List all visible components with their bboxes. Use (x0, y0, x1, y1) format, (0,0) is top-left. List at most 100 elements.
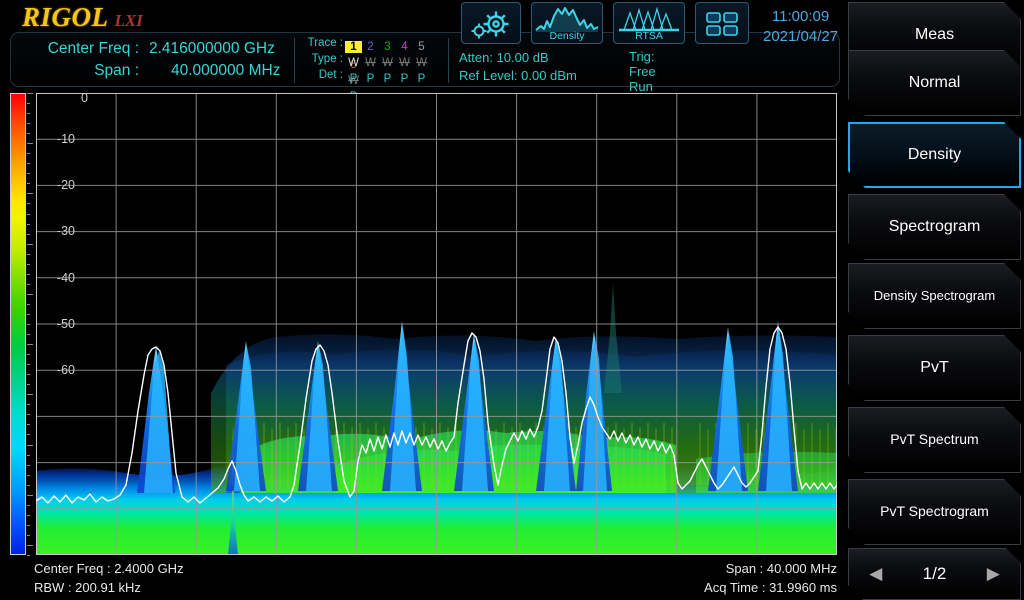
colorbar-tick (27, 224, 30, 225)
rtsa-icon (616, 5, 682, 33)
ytick-label-0: 0 (58, 93, 88, 105)
clock: 11:00:09 2021/04/27 (763, 7, 838, 47)
colorbar-tick (27, 234, 30, 235)
gear-icon (465, 5, 517, 43)
ytick-label-m10: -10 (45, 132, 75, 146)
menu-item-spectrogram[interactable]: Spectrogram (848, 194, 1021, 260)
det-1: P (345, 73, 362, 85)
setup-button[interactable] (461, 2, 521, 44)
atten-block: Atten: 10.00 dB Ref Level: 0.00 dBm Trig… (459, 49, 577, 85)
ytick-label-m50: -50 (45, 317, 75, 331)
next-page-arrow-icon[interactable]: ▶ (987, 564, 1000, 584)
ref-level-value[interactable]: Ref Level: 0.00 dBm (459, 67, 577, 85)
side-menu: Meas Normal Density Spectrogram Density … (845, 0, 1024, 600)
page-indicator: 1/2 (923, 564, 947, 584)
colorbar-tick (27, 515, 30, 516)
colorbar-tick (27, 525, 30, 526)
colorbar-tick (27, 455, 30, 456)
trigger-mode[interactable]: Trig: Free Run (629, 49, 656, 94)
colorbar-tick (27, 203, 30, 204)
atten-value[interactable]: Atten: 10.00 dB (459, 49, 577, 67)
menu-item-pvt[interactable]: PvT (848, 335, 1021, 401)
menu-item-normal[interactable]: Normal (848, 50, 1021, 116)
colorbar-tick (27, 394, 33, 395)
trace-1[interactable]: 1 (345, 41, 362, 53)
colorbar-tick (27, 133, 30, 134)
status-rbw: RBW : 200.91 kHz (34, 580, 141, 595)
menu-item-pvt-spectrogram[interactable]: PvT Spectrogram (848, 479, 1021, 545)
colorbar-tick (27, 545, 33, 546)
trace-5[interactable]: 5 (413, 41, 430, 53)
ytick-label-m60: -60 (45, 363, 75, 377)
layout-button[interactable] (695, 2, 749, 44)
spectrum-svg (36, 93, 837, 555)
colorbar-tick (27, 414, 30, 415)
colorbar-tick (27, 294, 33, 295)
trace-4[interactable]: 4 (396, 41, 413, 53)
spectrum-analyzer-screen: RIGOL LXI Center Freq : 2.416000000 GHz S… (0, 0, 1024, 600)
det-row: Det : PPPPPP (303, 69, 445, 84)
colorbar-tick (27, 173, 30, 174)
type-row: Type : WWWWWW (303, 53, 445, 68)
density-button-caption: Density (532, 30, 602, 42)
colorbar-tick (27, 113, 30, 114)
spectrum-graph[interactable]: 0 -10 -20 -30 -40 -50 -60 (36, 93, 837, 555)
colorbar-tick (27, 324, 30, 325)
density-colorbar (10, 93, 26, 555)
density-icon (534, 5, 600, 33)
colorbar-tick (27, 163, 30, 164)
colorbar-tick (27, 485, 30, 486)
colorbar-tick (27, 445, 33, 446)
type-2: W (362, 57, 379, 69)
menu-item-pvt-spectrum[interactable]: PvT Spectrum (848, 407, 1021, 473)
colorbar-tick (27, 505, 30, 506)
trace-2[interactable]: 2 (362, 41, 379, 53)
type-5: W (413, 57, 430, 69)
panel-divider-2 (448, 38, 449, 83)
top-bar: RIGOL LXI Center Freq : 2.416000000 GHz S… (0, 0, 845, 90)
colorbar-tick (27, 354, 30, 355)
span-label: Span : (19, 62, 139, 80)
menu-pagination: ◀ 1/2 ▶ (848, 548, 1021, 600)
panel-divider-1 (294, 38, 295, 83)
colorbar-tick (27, 193, 33, 194)
colorbar-tick (27, 404, 30, 405)
center-freq-label: Center Freq : (19, 40, 139, 58)
trace-3[interactable]: 3 (379, 41, 396, 53)
menu-item-density[interactable]: Density (848, 122, 1021, 188)
colorbar-tick (27, 214, 30, 215)
colorbar-tick (27, 304, 30, 305)
rtsa-mode-button[interactable]: RTSA (613, 2, 685, 44)
trace-row-label: Trace : (303, 37, 343, 49)
brand-logo: RIGOL LXI (22, 2, 143, 33)
colorbar-tick (27, 244, 33, 245)
span-value[interactable]: 40.000000 MHz (171, 62, 280, 80)
colorbar-tick (27, 143, 33, 144)
status-span: Span : 40.000 MHz (726, 561, 837, 576)
ytick-label-m20: -20 (45, 178, 75, 192)
det-2: P (362, 73, 379, 85)
colorbar-tick (27, 465, 30, 466)
det-3: P (379, 73, 396, 85)
menu-item-density-spectrogram[interactable]: Density Spectrogram (848, 263, 1021, 329)
colorbar-tick (27, 284, 30, 285)
det-4: P (396, 73, 413, 85)
colorbar-tick (27, 495, 33, 496)
colorbar-tick (27, 334, 30, 335)
colorbar-tick (27, 123, 30, 124)
grid-layout-icon (699, 5, 745, 43)
trace-settings-block: Trace : 123456 Type : WWWWWW Det : PPPPP… (303, 37, 445, 85)
prev-page-arrow-icon[interactable]: ◀ (869, 564, 882, 584)
status-acq-time: Acq Time : 31.9960 ms (704, 580, 837, 595)
colorbar-ticks (27, 93, 34, 555)
density-mode-button[interactable]: Density (531, 2, 603, 44)
clock-time: 11:00:09 (763, 7, 838, 27)
center-freq-value[interactable]: 2.416000000 GHz (149, 40, 275, 58)
colorbar-tick (27, 384, 30, 385)
colorbar-tick (27, 274, 30, 275)
colorbar-tick (27, 364, 30, 365)
lxi-label: LXI (115, 11, 143, 30)
brand-name: RIGOL (22, 2, 109, 32)
type-row-label: Type : (303, 53, 343, 65)
trace-row: Trace : 123456 (303, 37, 445, 52)
